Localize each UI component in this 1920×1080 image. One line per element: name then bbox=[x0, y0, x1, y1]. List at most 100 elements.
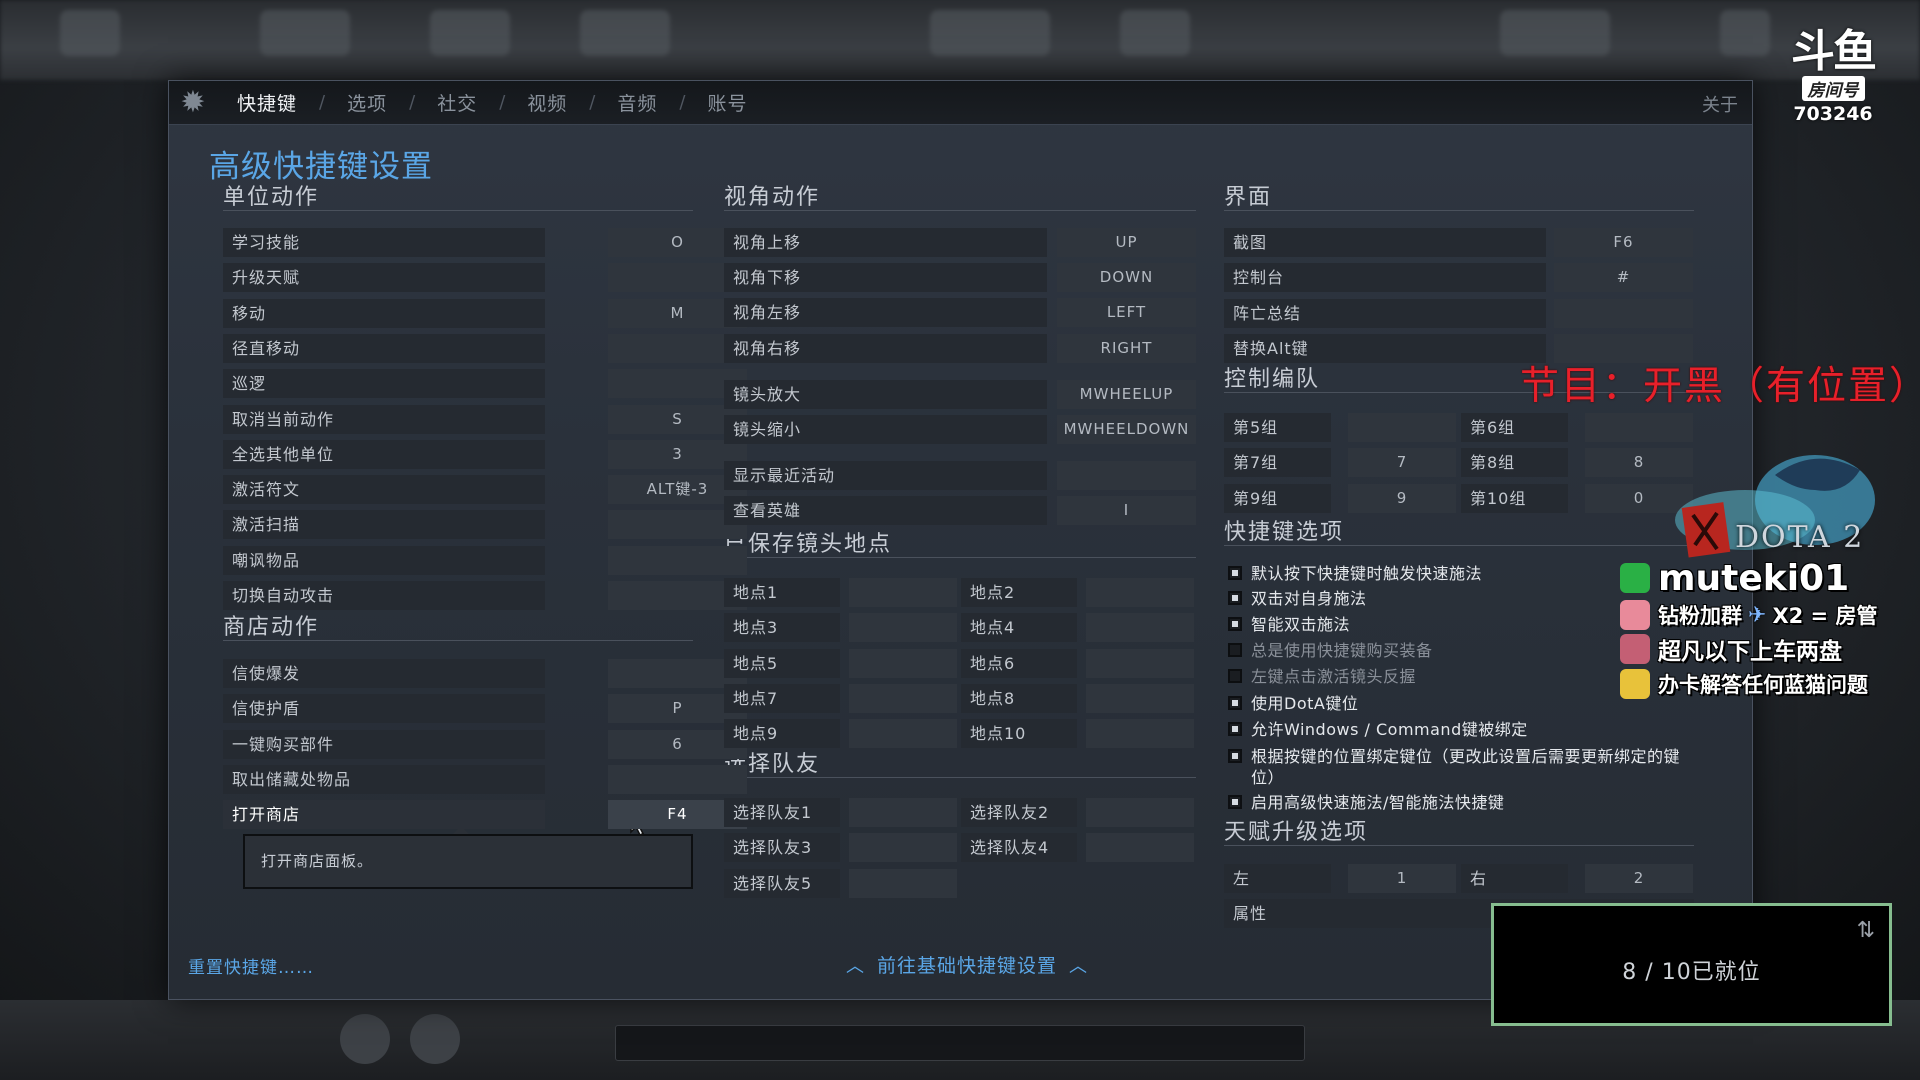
hotkey-slot[interactable] bbox=[1086, 719, 1194, 749]
checkbox-label: 左键点击激活镜头反握 bbox=[1251, 667, 1417, 686]
checkbox[interactable] bbox=[1228, 669, 1242, 683]
hotkey-slot[interactable] bbox=[1554, 298, 1693, 328]
hotkey-slot[interactable] bbox=[608, 545, 747, 575]
hotkey-option-checkbox-row[interactable]: 使用DotA键位 bbox=[1228, 693, 1688, 715]
hotkey-slot[interactable] bbox=[608, 764, 747, 794]
section-shop-actions: 商店动作 bbox=[223, 609, 693, 641]
hotkey-slot[interactable]: MWHEELUP bbox=[1057, 380, 1196, 409]
hotkey-slot[interactable]: LEFT bbox=[1057, 298, 1196, 327]
checkbox[interactable] bbox=[1228, 795, 1242, 809]
hotkey-slot[interactable]: 7 bbox=[1348, 448, 1456, 478]
hotkey-slot[interactable]: I bbox=[1057, 496, 1196, 525]
tab-social[interactable]: 社交 bbox=[415, 89, 499, 116]
checkbox[interactable] bbox=[1228, 749, 1242, 763]
hotkey-slot[interactable] bbox=[1057, 461, 1196, 490]
hotkey-option-checkbox-row[interactable]: 根据按键的位置绑定键位（更改此设置后需要更新绑定的键位） bbox=[1228, 746, 1688, 787]
checkbox-label: 双击对自身施法 bbox=[1251, 589, 1367, 608]
hotkey-option-checkbox-row[interactable]: 智能双击施法 bbox=[1228, 614, 1688, 636]
checkbox[interactable] bbox=[1228, 591, 1242, 605]
hero-artwork-icon bbox=[1675, 455, 1875, 558]
binding-label: 切换自动攻击 bbox=[223, 581, 545, 610]
hotkey-slot[interactable] bbox=[849, 578, 957, 607]
hotkey-slot[interactable]: DOWN bbox=[1057, 263, 1196, 292]
hotkey-slot[interactable] bbox=[1086, 798, 1194, 827]
binding-label: 显示最近活动 bbox=[724, 461, 1047, 490]
tab-account[interactable]: 账号 bbox=[685, 89, 769, 116]
hotkey-slot[interactable]: # bbox=[1554, 263, 1693, 293]
binding-label: 选择队友3 bbox=[724, 833, 840, 863]
tab-audio[interactable]: 音频 bbox=[595, 89, 679, 116]
binding-label: 第7组 bbox=[1224, 448, 1331, 478]
checkbox[interactable] bbox=[1228, 617, 1242, 631]
binding-label: 地点9 bbox=[724, 719, 840, 749]
hotkey-option-checkbox-row[interactable]: 总是使用快捷键购买装备 bbox=[1228, 640, 1688, 662]
binding-label: 第10组 bbox=[1461, 483, 1568, 513]
hotkey-slot[interactable] bbox=[1086, 648, 1194, 678]
hotkey-slot[interactable] bbox=[849, 798, 957, 827]
hotkey-slot[interactable] bbox=[1086, 613, 1194, 643]
swap-arrows-icon[interactable]: ⇅ bbox=[1857, 918, 1875, 943]
tab-options[interactable]: 选项 bbox=[325, 89, 409, 116]
rocket-icon: ✈ bbox=[1748, 602, 1767, 628]
binding-label: 第9组 bbox=[1224, 483, 1331, 513]
hotkey-slot[interactable] bbox=[849, 833, 957, 863]
checkbox[interactable] bbox=[1228, 643, 1242, 657]
binding-label: 取出储藏处物品 bbox=[223, 764, 545, 794]
binding-label: 地点3 bbox=[724, 613, 840, 643]
checkbox-label: 使用DotA键位 bbox=[1251, 694, 1359, 713]
hotkey-option-checkbox-row[interactable]: 默认按下快捷键时触发快速施法 bbox=[1228, 563, 1688, 585]
section-camera-actions: 视角动作 bbox=[724, 179, 1196, 211]
binding-label: 视角左移 bbox=[724, 298, 1047, 327]
hotkey-slot[interactable] bbox=[849, 683, 957, 713]
hotkey-slot[interactable]: 1 bbox=[1348, 864, 1456, 893]
section-talent-options: 天赋升级选项 bbox=[1224, 814, 1694, 846]
chevron-up-icon: ︿ bbox=[1069, 956, 1089, 977]
gear-icon[interactable]: ✹ bbox=[171, 81, 215, 125]
reset-hotkeys-link[interactable]: 重置快捷键…… bbox=[188, 953, 314, 978]
hotkey-slot[interactable]: UP bbox=[1057, 228, 1196, 257]
hotkey-slot[interactable] bbox=[1086, 578, 1194, 607]
hotkey-option-checkbox-row[interactable]: 双击对自身施法 bbox=[1228, 588, 1688, 610]
hotkey-slot[interactable] bbox=[1086, 683, 1194, 713]
binding-label: 移动 bbox=[223, 298, 545, 328]
binding-label: 地点8 bbox=[961, 683, 1077, 713]
goto-basic-label: 前往基础快捷键设置 bbox=[877, 955, 1058, 977]
hotkey-slot[interactable] bbox=[849, 868, 957, 898]
tab-video[interactable]: 视频 bbox=[505, 89, 589, 116]
binding-label: 视角下移 bbox=[724, 263, 1047, 292]
hotkey-slot[interactable] bbox=[1086, 833, 1194, 863]
hotkey-option-checkbox-row[interactable]: 启用高级快速施法/智能施法快捷键 bbox=[1228, 792, 1688, 814]
binding-label: 全选其他单位 bbox=[223, 439, 545, 469]
hotkey-slot[interactable]: MWHEELDOWN bbox=[1057, 415, 1196, 444]
checkbox-label: 智能双击施法 bbox=[1251, 615, 1351, 634]
hotkey-slot[interactable] bbox=[849, 613, 957, 643]
hotkey-option-checkbox-row[interactable]: 允许Windows / Command键被绑定 bbox=[1228, 719, 1688, 741]
goto-basic-hotkeys-link[interactable]: ︿ 前往基础快捷键设置 ︿ bbox=[834, 951, 1100, 978]
binding-label: 地点1 bbox=[724, 578, 840, 607]
binding-label: 地点10 bbox=[961, 719, 1077, 749]
hotkey-slot[interactable] bbox=[1348, 413, 1456, 442]
dota-logo-text: DOTA 2 bbox=[1735, 520, 1865, 555]
binding-label: 镜头缩小 bbox=[724, 415, 1047, 444]
binding-label: 信使护盾 bbox=[223, 694, 545, 724]
checkbox[interactable] bbox=[1228, 696, 1242, 710]
about-link[interactable]: 关于 bbox=[1702, 91, 1738, 117]
douyu-overlay: 斗鱼 房间号 703246 bbox=[1778, 30, 1888, 126]
hotkey-option-checkbox-row[interactable]: 左键点击激活镜头反握 bbox=[1228, 666, 1688, 688]
checkbox[interactable] bbox=[1228, 566, 1242, 580]
hotkey-slot[interactable] bbox=[1585, 413, 1693, 442]
hotkey-slot[interactable]: RIGHT bbox=[1057, 334, 1196, 363]
game-backdrop-top bbox=[0, 0, 1920, 80]
hotkey-slot[interactable]: F6 bbox=[1554, 228, 1693, 257]
hotkey-slot[interactable]: 9 bbox=[1348, 483, 1456, 513]
hero-art: DOTA 2 bbox=[1625, 445, 1895, 575]
hotkey-slot[interactable]: 2 bbox=[1585, 864, 1693, 893]
checkbox[interactable] bbox=[1228, 722, 1242, 736]
binding-label: 第5组 bbox=[1224, 413, 1331, 442]
hotkey-slot[interactable] bbox=[849, 719, 957, 749]
binding-label: 信使爆发 bbox=[223, 659, 545, 688]
binding-label: 嘲讽物品 bbox=[223, 545, 545, 575]
checkbox-label: 启用高级快速施法/智能施法快捷键 bbox=[1251, 793, 1505, 812]
hotkey-slot[interactable] bbox=[849, 648, 957, 678]
tab-hotkeys[interactable]: 快捷键 bbox=[215, 89, 319, 116]
